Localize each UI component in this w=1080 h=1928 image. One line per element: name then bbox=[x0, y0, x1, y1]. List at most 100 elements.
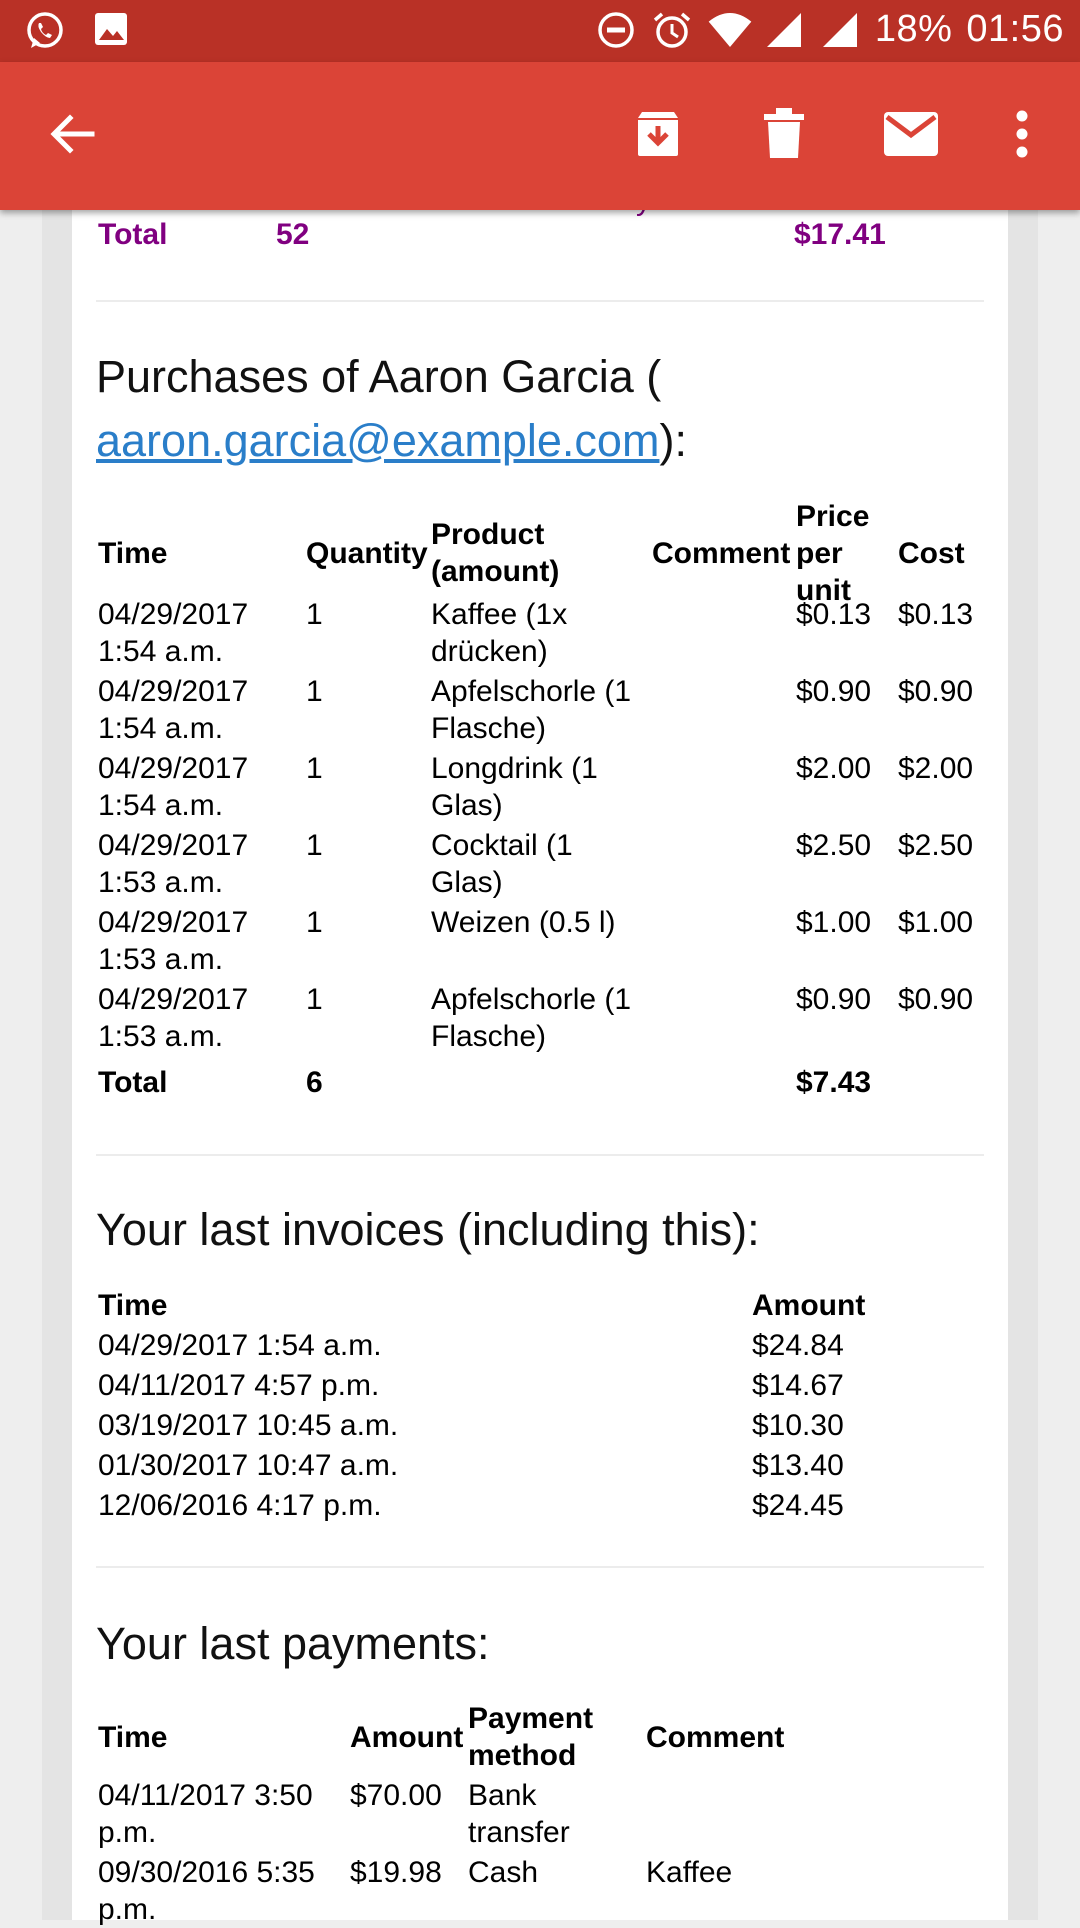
invoice-amount: $24.45 bbox=[752, 1489, 844, 1522]
col-header-product: Product (amount) bbox=[431, 518, 560, 588]
purchase-price: $1.00 bbox=[796, 906, 872, 939]
signal-icon bbox=[819, 9, 861, 51]
invoices-table: Time Amount 04/29/2017 1:54 a.m. $24.84 04… bbox=[98, 1287, 984, 1527]
purchase-product-cont: drücken) bbox=[431, 635, 548, 668]
purchase-product: Apfelschorle (1 bbox=[431, 675, 632, 708]
image-icon bbox=[92, 10, 134, 52]
purchase-cost: $1.00 bbox=[898, 906, 974, 939]
purchases-total-amount: $7.43 bbox=[796, 1066, 872, 1099]
purchase-time: 1:53 a.m. bbox=[98, 866, 224, 899]
purchase-date: 04/29/2017 bbox=[98, 598, 249, 631]
col-header-payment-method: Payment method bbox=[468, 1702, 594, 1772]
purchases-heading: Purchases of Aaron Garcia (aaron.garcia@… bbox=[96, 351, 687, 466]
payment-method: Cash bbox=[468, 1856, 539, 1889]
col-header-time: Time bbox=[98, 537, 168, 570]
purchase-time: 1:54 a.m. bbox=[98, 789, 224, 822]
delete-icon bbox=[762, 107, 806, 165]
purchase-time: 1:54 a.m. bbox=[98, 635, 224, 668]
purchase-time: 1:54 a.m. bbox=[98, 712, 224, 745]
purchase-price: $2.00 bbox=[796, 752, 872, 785]
purchase-product-cont: Flasche) bbox=[431, 712, 547, 745]
status-bar: 18% 01:56 bbox=[0, 0, 1080, 62]
purchase-quantity: 1 bbox=[306, 906, 323, 939]
email-link[interactable]: aaron.garcia@example.com bbox=[96, 415, 659, 466]
back-button[interactable] bbox=[38, 102, 106, 170]
divider bbox=[96, 1154, 984, 1156]
payment-comment: Kaffee bbox=[646, 1856, 733, 1889]
invoice-time: 01/30/2017 10:47 a.m. bbox=[98, 1449, 399, 1482]
purchase-quantity: 1 bbox=[306, 598, 323, 631]
purchase-quantity: 1 bbox=[306, 675, 323, 708]
purchase-cost: $0.13 bbox=[898, 598, 974, 631]
col-header-price: Price per unit bbox=[796, 500, 870, 607]
purchase-cost: $0.90 bbox=[898, 983, 974, 1016]
invoice-amount: $14.67 bbox=[752, 1369, 844, 1402]
app-bar bbox=[0, 62, 1080, 210]
top-total-quantity: 52 bbox=[276, 218, 310, 251]
purchase-date: 04/29/2017 bbox=[98, 752, 249, 785]
alarm-icon bbox=[651, 9, 693, 51]
purchase-product-cont: Glas) bbox=[431, 789, 503, 822]
payment-time: 04/11/2017 3:50 bbox=[98, 1779, 313, 1812]
payment-method: Bank bbox=[468, 1779, 537, 1812]
purchase-product: Weizen (0.5 l) bbox=[431, 906, 616, 939]
delete-button[interactable] bbox=[750, 102, 818, 170]
wifi-icon bbox=[707, 9, 752, 51]
more-vert-icon bbox=[1014, 110, 1030, 163]
purchase-date: 04/29/2017 bbox=[98, 906, 249, 939]
col-header-amount: Amount bbox=[350, 1721, 464, 1754]
purchase-quantity: 1 bbox=[306, 829, 323, 862]
payment-method-cont: transfer bbox=[468, 1816, 570, 1849]
battery-percentage: 18% bbox=[874, 8, 953, 50]
purchase-product: Longdrink (1 bbox=[431, 752, 598, 785]
invoice-time: 04/29/2017 1:54 a.m. bbox=[98, 1329, 382, 1362]
mail-icon bbox=[883, 111, 939, 162]
purchase-quantity: 1 bbox=[306, 983, 323, 1016]
purchase-price: $2.50 bbox=[796, 829, 872, 862]
payment-time-cont: p.m. bbox=[98, 1893, 157, 1926]
archive-button[interactable] bbox=[624, 102, 692, 170]
purchase-date: 04/29/2017 bbox=[98, 829, 249, 862]
purchase-price: $0.13 bbox=[796, 598, 872, 631]
col-header-amount: Amount bbox=[752, 1289, 866, 1322]
signal-icon bbox=[763, 9, 805, 51]
archive-icon bbox=[632, 108, 684, 165]
payments-table: Time Amount Payment method Comment 04/11/… bbox=[98, 1700, 984, 1926]
invoice-amount: $10.30 bbox=[752, 1409, 844, 1442]
col-header-comment: Comment bbox=[646, 1721, 785, 1754]
purchase-product-cont: Flasche) bbox=[431, 1020, 547, 1053]
col-header-comment: Comment bbox=[652, 537, 791, 570]
divider bbox=[96, 300, 984, 302]
purchases-total-label: Total bbox=[98, 1066, 168, 1099]
purchase-cost: $2.50 bbox=[898, 829, 974, 862]
invoice-time: 03/19/2017 10:45 a.m. bbox=[98, 1409, 399, 1442]
invoice-time: 04/11/2017 4:57 p.m. bbox=[98, 1369, 380, 1402]
col-header-quantity: Quantity bbox=[306, 537, 428, 570]
more-options-button[interactable] bbox=[988, 102, 1056, 170]
divider bbox=[96, 1566, 984, 1568]
payments-heading: Your last payments: bbox=[96, 1618, 490, 1669]
purchase-product: Cocktail (1 bbox=[431, 829, 573, 862]
payment-amount: $19.98 bbox=[350, 1856, 442, 1889]
purchase-cost: $0.90 bbox=[898, 675, 974, 708]
invoice-time: 12/06/2016 4:17 p.m. bbox=[98, 1489, 382, 1522]
clock: 01:56 bbox=[966, 8, 1064, 50]
payment-time-cont: p.m. bbox=[98, 1816, 157, 1849]
purchases-total-quantity: 6 bbox=[306, 1066, 323, 1099]
do-not-disturb-icon bbox=[595, 9, 637, 51]
payment-time: 09/30/2016 5:35 bbox=[98, 1856, 315, 1889]
payment-amount: $70.00 bbox=[350, 1779, 442, 1812]
purchase-price: $0.90 bbox=[796, 983, 872, 1016]
invoice-amount: $13.40 bbox=[752, 1449, 844, 1482]
col-header-time: Time bbox=[98, 1289, 168, 1322]
purchase-time: 1:53 a.m. bbox=[98, 943, 224, 976]
purchase-date: 04/29/2017 bbox=[98, 675, 249, 708]
top-total-cost: $17.41 bbox=[794, 218, 886, 251]
mark-unread-button[interactable] bbox=[877, 102, 945, 170]
col-header-cost: Cost bbox=[898, 537, 965, 570]
back-arrow-icon bbox=[48, 110, 96, 163]
invoices-heading: Your last invoices (including this): bbox=[96, 1204, 760, 1255]
purchase-time: 1:53 a.m. bbox=[98, 1020, 224, 1053]
purchase-cost: $2.00 bbox=[898, 752, 974, 785]
col-header-time: Time bbox=[98, 1721, 168, 1754]
